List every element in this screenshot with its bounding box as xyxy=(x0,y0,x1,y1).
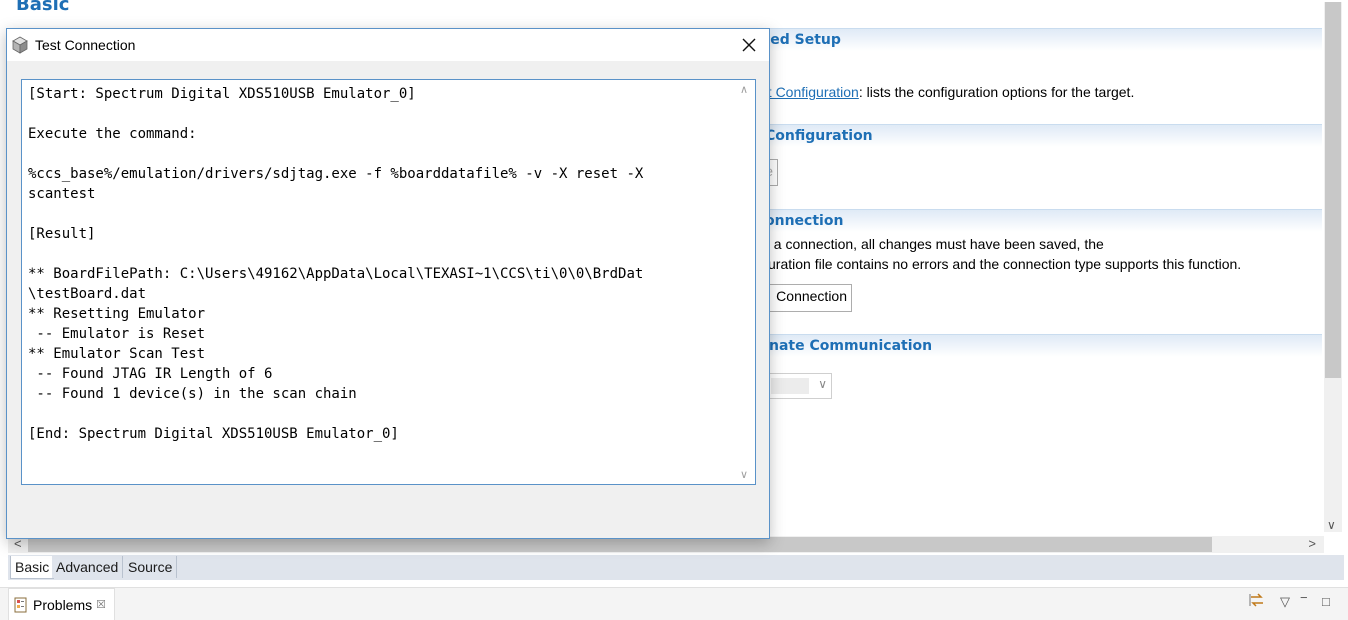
section-alternate-communication[interactable]: nate Communication xyxy=(700,334,1322,357)
section-title: Configuration xyxy=(765,128,873,144)
scroll-thumb[interactable] xyxy=(28,537,1212,552)
page-title: Basic xyxy=(16,0,70,15)
console-line: [Start: Spectrum Digital XDS510USB Emula… xyxy=(28,86,416,102)
close-icon[interactable]: ☒ xyxy=(96,598,106,611)
select-value xyxy=(771,378,809,394)
tab-advanced[interactable]: Advanced xyxy=(52,556,124,578)
communication-select[interactable]: ∨ xyxy=(760,373,832,399)
scroll-up-icon[interactable]: ∧ xyxy=(740,83,748,96)
connection-note-line1: t a connection, all changes must have be… xyxy=(766,236,1104,252)
problems-icon xyxy=(14,597,27,612)
section-advanced-setup[interactable]: nced Setup xyxy=(700,28,1322,51)
target-config-description: et Configuration: lists the configuratio… xyxy=(760,84,1134,100)
console-line: -- Found JTAG IR Length of 6 xyxy=(28,366,273,382)
scroll-down-icon[interactable]: ∨ xyxy=(1327,518,1336,532)
scroll-thumb[interactable] xyxy=(1325,2,1341,378)
minimize-icon[interactable]: − xyxy=(1300,590,1308,605)
editor-tab-bar: Basic Advanced Source xyxy=(8,555,1344,580)
problems-tab-label: Problems xyxy=(33,596,93,613)
target-configuration-link[interactable]: et Configuration xyxy=(760,84,859,100)
console-line: \testBoard.dat xyxy=(28,286,147,302)
console-line: [End: Spectrum Digital XDS510USB Emulato… xyxy=(28,426,399,442)
output-scrollbar[interactable]: ∧ ∨ xyxy=(737,80,755,484)
console-line: ** BoardFilePath: C:\Users\49162\AppData… xyxy=(28,266,644,282)
console-output-text: [Start: Spectrum Digital XDS510USB Emula… xyxy=(28,84,728,444)
dialog-titlebar[interactable]: Test Connection xyxy=(7,29,769,61)
section-test-connection[interactable]: onnection xyxy=(700,209,1322,232)
test-connection-dialog: Test Connection [Start: Spectrum Digital… xyxy=(6,28,770,539)
problems-tab[interactable]: Problems ☒ xyxy=(8,588,116,620)
console-line: scantest xyxy=(28,186,96,202)
chevron-down-icon: ∨ xyxy=(818,377,827,391)
target-config-text: : lists the configuration options for th… xyxy=(858,84,1135,100)
section-title: nate Communication xyxy=(769,338,933,354)
app-cube-icon xyxy=(12,36,28,54)
console-line: ** Emulator Scan Test xyxy=(28,346,206,362)
console-line: %ccs_base%/emulation/drivers/sdjtag.exe … xyxy=(28,166,644,182)
maximize-icon[interactable]: □ xyxy=(1322,594,1330,609)
dialog-title: Test Connection xyxy=(35,37,136,53)
scroll-right-icon[interactable]: > xyxy=(1308,536,1316,551)
scroll-down-icon[interactable]: ∨ xyxy=(740,468,748,481)
close-icon[interactable] xyxy=(737,33,761,57)
tab-basic[interactable]: Basic xyxy=(10,556,55,579)
vertical-scrollbar[interactable]: ∨ xyxy=(1324,2,1342,532)
connection-note-line2: uration file contains no errors and the … xyxy=(768,256,1242,272)
view-menu-icon[interactable]: ▽ xyxy=(1280,594,1290,610)
console-line: -- Found 1 device(s) in the scan chain xyxy=(28,386,357,402)
console-line: -- Emulator is Reset xyxy=(28,326,206,342)
console-line: [Result] xyxy=(28,226,96,242)
section-save-configuration[interactable]: Configuration xyxy=(700,124,1322,147)
section-title: onnection xyxy=(765,213,844,229)
console-output-area[interactable]: [Start: Spectrum Digital XDS510USB Emula… xyxy=(21,79,756,485)
tab-source[interactable]: Source xyxy=(124,556,178,578)
sync-icon[interactable] xyxy=(1248,592,1266,608)
console-line: ** Resetting Emulator xyxy=(28,306,206,322)
problems-view-bar: Problems ☒ ▽ − □ xyxy=(0,587,1348,620)
console-line: Execute the command: xyxy=(28,126,197,142)
